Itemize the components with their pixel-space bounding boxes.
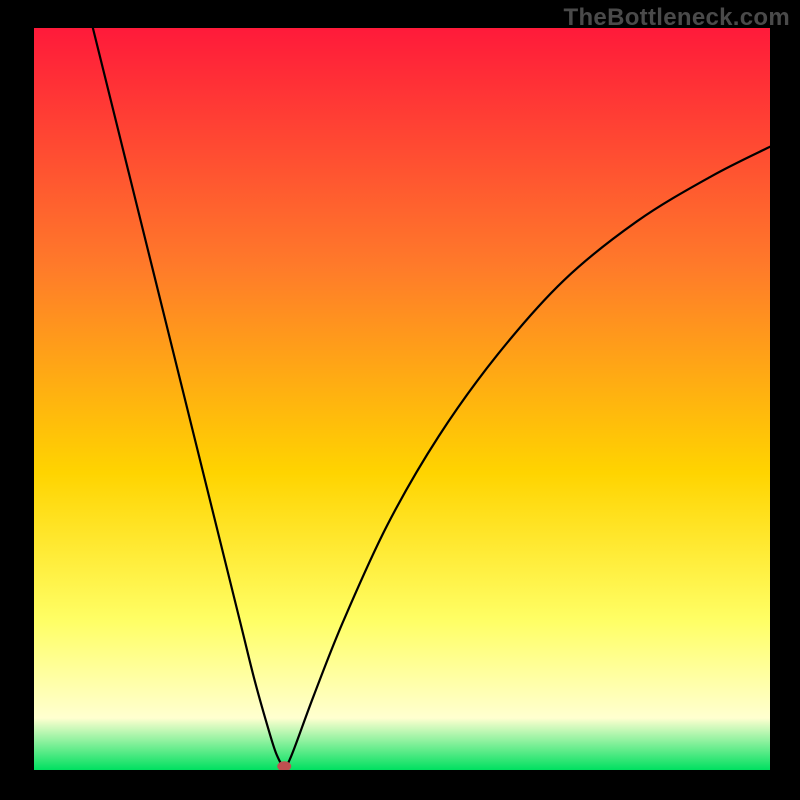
chart-frame: TheBottleneck.com [0,0,800,800]
curve-minimum-marker [277,761,291,771]
chart-svg [0,0,800,800]
plot-background [34,28,770,770]
watermark-text: TheBottleneck.com [564,4,790,32]
